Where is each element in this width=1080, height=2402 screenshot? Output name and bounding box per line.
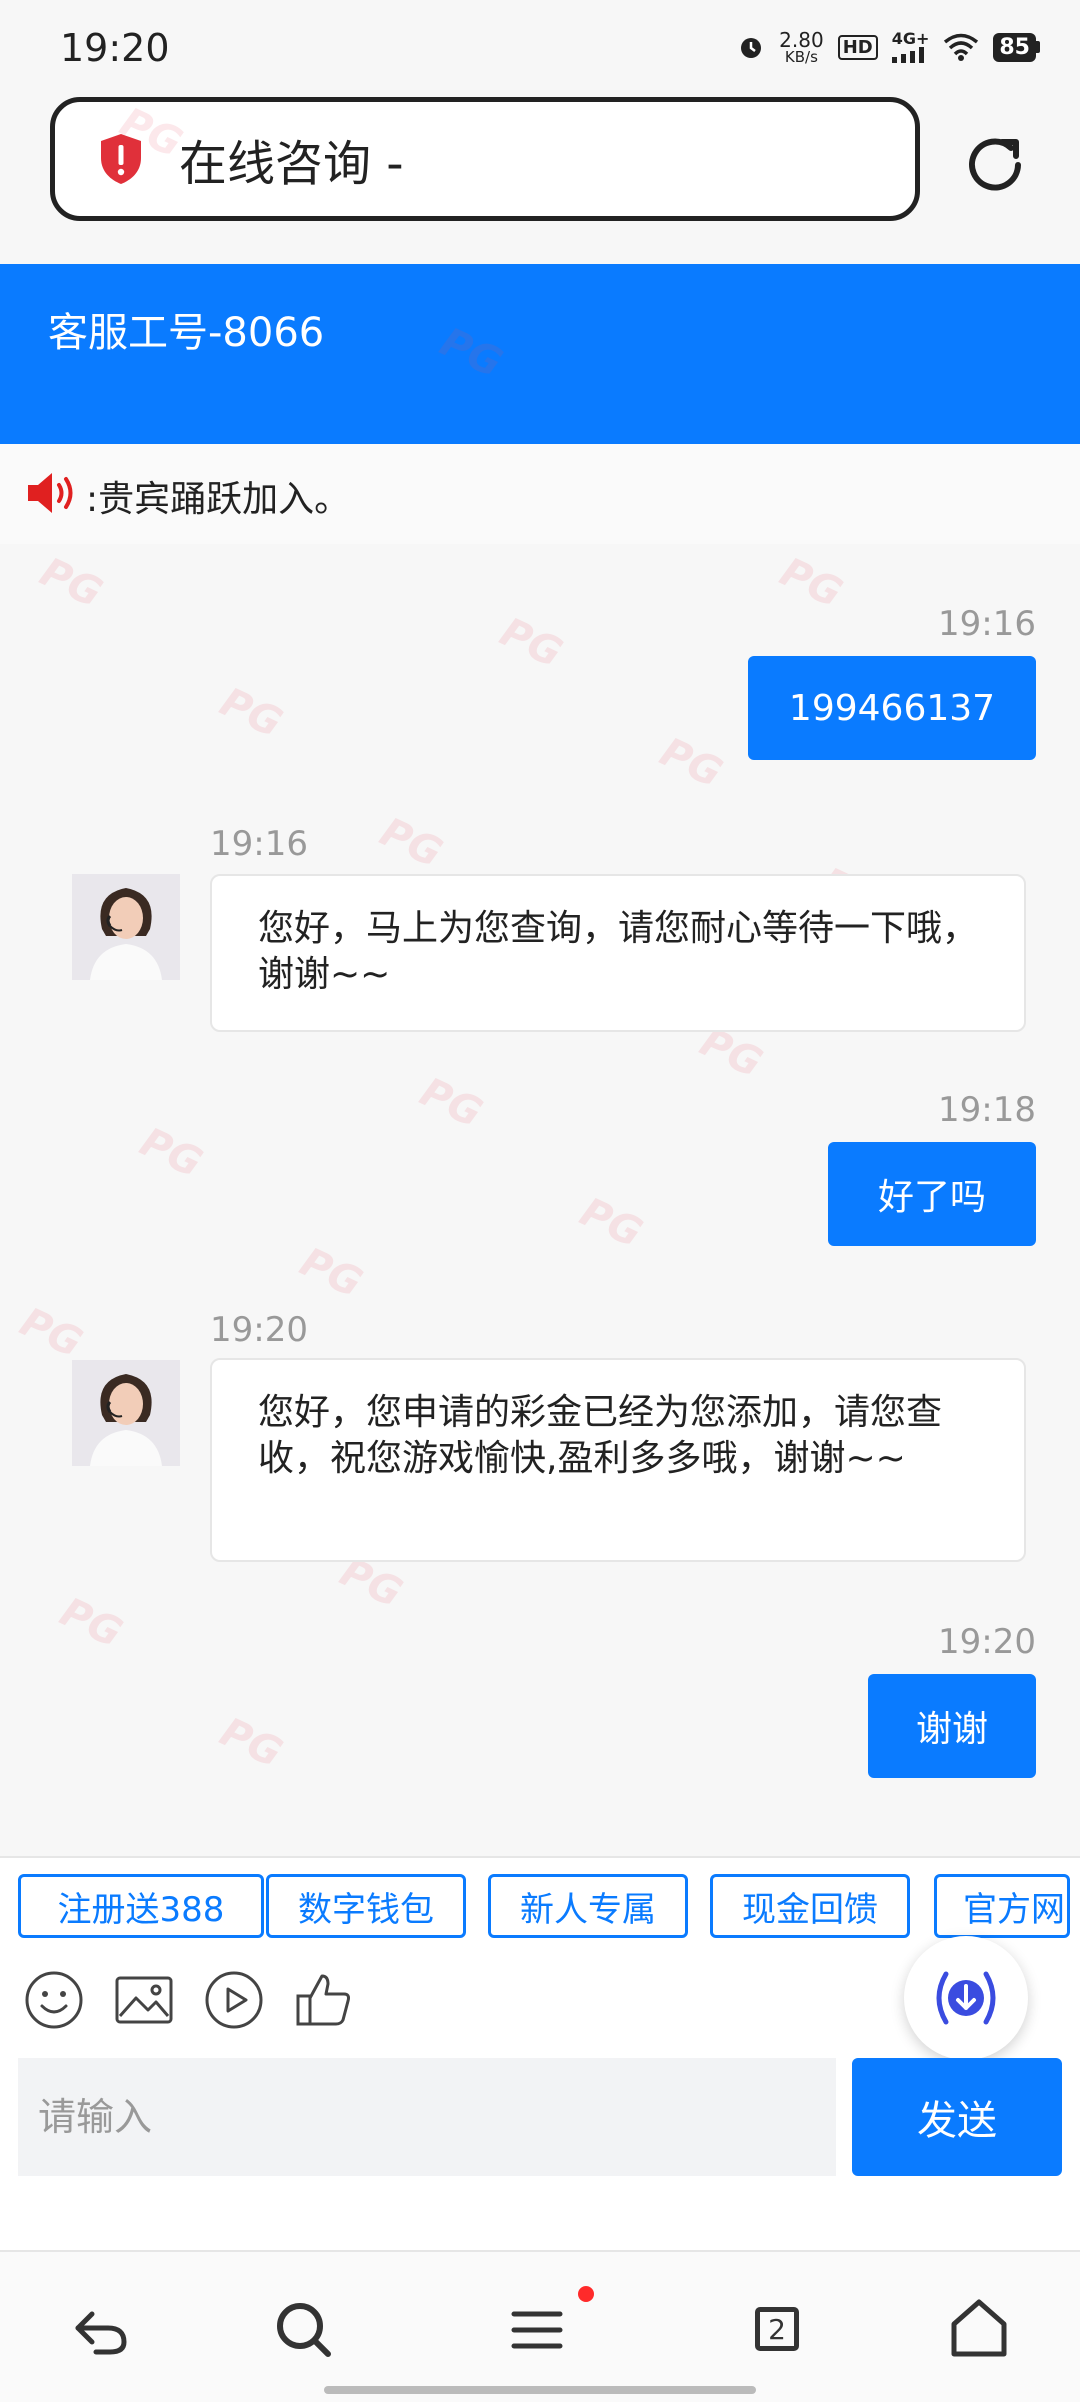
quick-tag[interactable]: 官方网 bbox=[934, 1874, 1070, 1938]
cellular-signal: 4G+ bbox=[891, 29, 930, 63]
battery-nub bbox=[1036, 41, 1040, 53]
battery-indicator: 85 bbox=[993, 32, 1040, 62]
watermark: PG bbox=[773, 549, 849, 617]
incoming-message[interactable]: 您好，马上为您查询，请您耐心等待一下哦，谢谢~~ bbox=[210, 874, 1026, 1032]
watermark: PG bbox=[53, 1589, 129, 1657]
hd-badge: HD bbox=[837, 34, 878, 60]
outgoing-message[interactable]: 好了吗 bbox=[828, 1142, 1036, 1246]
agent-avatar[interactable] bbox=[72, 1360, 180, 1466]
quick-tag[interactable]: 新人专属 bbox=[488, 1874, 688, 1938]
video-icon[interactable] bbox=[202, 1968, 266, 2032]
status-icons: 2.80 KB/s HD 4G+ 85 bbox=[737, 28, 1040, 66]
image-icon[interactable] bbox=[112, 1968, 176, 2032]
outgoing-message[interactable]: 199466137 bbox=[748, 656, 1036, 760]
speaker-icon bbox=[28, 473, 73, 513]
watermark: PG bbox=[293, 1239, 369, 1307]
tab-count: 2 bbox=[755, 2307, 799, 2351]
menu-icon[interactable] bbox=[504, 2294, 574, 2364]
message-timestamp: 19:18 bbox=[938, 1090, 1036, 1130]
download-button[interactable] bbox=[904, 1936, 1028, 2060]
reload-icon[interactable] bbox=[960, 130, 1030, 200]
message-timestamp: 19:16 bbox=[210, 824, 308, 864]
quick-tag[interactable]: 数字钱包 bbox=[266, 1874, 466, 1938]
watermark: PG bbox=[373, 809, 449, 877]
url-bar[interactable]: 在线咨询 - bbox=[50, 97, 920, 221]
announcement-text: :贵宾踊跃加入。 bbox=[86, 479, 351, 520]
quick-tag[interactable]: 注册送388 bbox=[18, 1874, 264, 1938]
watermark: PG bbox=[493, 609, 569, 677]
watermark: PG bbox=[133, 1119, 209, 1187]
net-speed-value: 2.80 bbox=[779, 28, 824, 52]
net-speed-unit: KB/s bbox=[784, 48, 818, 66]
agent-avatar[interactable] bbox=[72, 874, 180, 980]
message-timestamp: 19:20 bbox=[938, 1622, 1036, 1662]
gesture-bar bbox=[324, 2386, 756, 2394]
notification-dot bbox=[578, 2286, 594, 2302]
message-timestamp: 19:20 bbox=[210, 1310, 308, 1350]
status-time: 19:20 bbox=[60, 26, 170, 70]
home-icon[interactable] bbox=[944, 2294, 1014, 2364]
watermark: PG bbox=[33, 549, 109, 617]
watermark: PG bbox=[413, 1069, 489, 1137]
tabs-button[interactable]: 2 bbox=[742, 2294, 812, 2364]
incoming-message[interactable]: 您好，您申请的彩金已经为您添加，请您查收，祝您游戏愉快,盈利多多哦，谢谢~~ bbox=[210, 1358, 1026, 1562]
search-icon[interactable] bbox=[268, 2294, 338, 2364]
net-speed: 2.80 KB/s bbox=[779, 28, 824, 66]
watermark: PG bbox=[213, 679, 289, 747]
thumbs-up-icon[interactable] bbox=[292, 1968, 356, 2032]
battery-level: 85 bbox=[993, 32, 1036, 62]
network-type: 4G+ bbox=[891, 29, 930, 48]
wifi-icon bbox=[944, 33, 979, 61]
agent-id: 客服工号-8066 bbox=[48, 310, 325, 356]
signal-bars-icon bbox=[891, 47, 924, 63]
send-button[interactable]: 发送 bbox=[852, 2058, 1062, 2176]
emoji-icon[interactable] bbox=[22, 1968, 86, 2032]
quick-tag[interactable]: 现金回馈 bbox=[710, 1874, 910, 1938]
download-signal-icon bbox=[936, 1971, 996, 2025]
url-title: 在线咨询 - bbox=[179, 136, 404, 192]
outgoing-message[interactable]: 谢谢 bbox=[868, 1674, 1036, 1778]
watermark: PG bbox=[213, 1709, 289, 1777]
message-timestamp: 19:16 bbox=[938, 604, 1036, 644]
message-input[interactable] bbox=[18, 2058, 836, 2176]
watermark: PG bbox=[573, 1189, 649, 1257]
watermark: PG bbox=[653, 729, 729, 797]
alarm-icon bbox=[741, 38, 762, 58]
watermark: PG bbox=[13, 1299, 89, 1367]
back-icon[interactable] bbox=[66, 2294, 136, 2364]
